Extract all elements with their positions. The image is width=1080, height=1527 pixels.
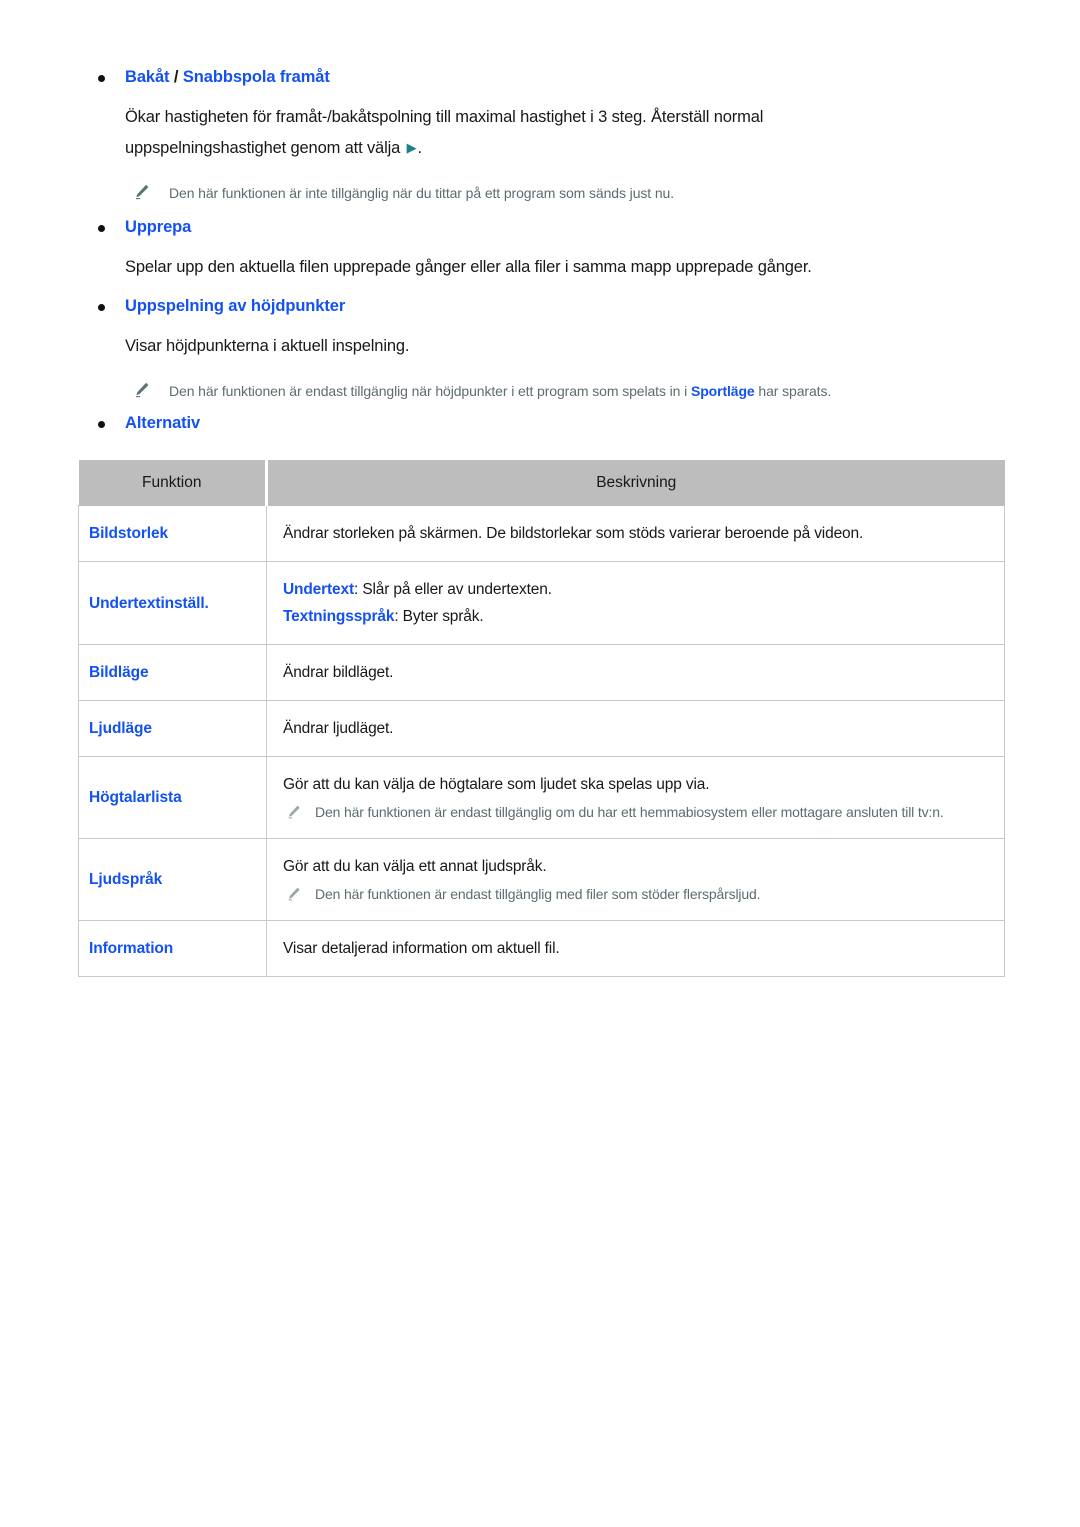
desc-line-textningssprak: Textningsspråk: Byter språk. [283, 603, 988, 630]
section-uppspelning-hojdpunkter: Uppspelning av höjdpunkter Visar höjdpun… [0, 297, 1080, 402]
section-body-bakat: Ökar hastigheten för framåt-/bakåtspolni… [125, 102, 915, 164]
bullet-dot-icon [98, 75, 105, 82]
bullet-dot-icon [98, 304, 105, 311]
row-desc-ljudsprak: Gör att du kan välja ett annat ljudspråk… [266, 838, 1005, 921]
section-body-upprepa: Spelar upp den aktuella filen upprepade … [125, 257, 812, 276]
section-upprepa: Upprepa Spelar upp den aktuella filen up… [0, 218, 1080, 283]
heading-separator: / [169, 68, 183, 86]
table-row: Ljudläge Ändrar ljudläget. [78, 700, 1005, 757]
body-text-after-play: . [417, 138, 422, 157]
table-row: Bildstorlek Ändrar storleken på skärmen.… [78, 505, 1005, 562]
section-body-hojdpunkter: Visar höjdpunkterna i aktuell inspelning… [125, 336, 410, 355]
desc-note-text: Den här funktionen är endast tillgänglig… [315, 804, 944, 820]
table-row: Ljudspråk Gör att du kan välja ett annat… [78, 838, 1005, 921]
row-desc-information: Visar detaljerad information om aktuell … [266, 920, 1005, 977]
table-header-funktion: Funktion [78, 460, 268, 506]
row-desc-hogtalarlista: Gör att du kan välja de högtalare som lj… [266, 756, 1005, 839]
note-highlight-sportlage: Sportläge [690, 382, 755, 399]
note-hojdpunkter: Den här funktionen är endast tillgänglig… [125, 380, 1049, 402]
row-function-ljudsprak: Ljudspråk [78, 838, 267, 921]
bullet-dot-icon [98, 421, 105, 428]
bullet-dot-icon [98, 225, 105, 232]
row-desc-bildlage: Ändrar bildläget. [266, 644, 1005, 701]
desc-line: Gör att du kan välja de högtalare som lj… [283, 776, 710, 793]
desc-line: Ändrar storleken på skärmen. De bildstor… [283, 525, 864, 542]
options-table: Funktion Beskrivning Bildstorlek Ändrar … [78, 460, 1005, 977]
heading-label-alternativ: Alternativ [125, 414, 201, 432]
section-bakat-snabbspola: Bakåt / Snabbspola framåt Ökar hastighet… [0, 68, 1080, 204]
desc-line: Ändrar bildläget. [283, 664, 394, 681]
play-icon: ▶ [406, 139, 417, 155]
pencil-note-icon [133, 381, 151, 399]
desc-line: Ändrar ljudläget. [283, 720, 394, 737]
pencil-note-icon [286, 885, 302, 901]
note-text-after-sportlage: har sparats. [754, 382, 832, 399]
section-heading-hojdpunkter: Uppspelning av höjdpunkter [98, 297, 1080, 317]
row-function-bildlage: Bildläge [78, 644, 267, 701]
note-text-bakat: Den här funktionen är inte tillgänglig n… [169, 184, 675, 201]
pencil-note-icon [133, 183, 151, 201]
table-row: Information Visar detaljerad information… [78, 920, 1005, 977]
note-text-before-sportlage: Den här funktionen är endast tillgänglig… [169, 382, 691, 399]
desc-note-ljudsprak: Den här funktionen är endast tillgänglig… [283, 882, 988, 906]
desc-label-undertext: Undertext [283, 581, 354, 598]
desc-line: Visar detaljerad information om aktuell … [283, 940, 560, 957]
heading-label-upprepa: Upprepa [125, 218, 192, 236]
section-heading-alternativ: Alternativ [98, 414, 1080, 434]
pencil-note-icon [286, 803, 302, 819]
desc-line: Gör att du kan välja ett annat ljudspråk… [283, 858, 547, 875]
heading-label-hojdpunkter: Uppspelning av höjdpunkter [125, 297, 346, 315]
body-text-before-play: Ökar hastigheten för framåt-/bakåtspolni… [125, 107, 764, 157]
row-function-hogtalarlista: Högtalarlista [78, 756, 267, 839]
section-alternativ: Alternativ [0, 414, 1080, 434]
row-function-undertextinstall: Undertextinställ. [78, 561, 267, 645]
table-header-beskrivning: Beskrivning [266, 460, 1005, 506]
row-desc-bildstorlek: Ändrar storleken på skärmen. De bildstor… [266, 505, 1005, 562]
row-desc-undertextinstall: Undertext: Slår på eller av undertexten.… [266, 561, 1005, 645]
desc-note-text: Den här funktionen är endast tillgänglig… [315, 886, 761, 902]
row-function-bildstorlek: Bildstorlek [78, 505, 267, 562]
note-bakat: Den här funktionen är inte tillgänglig n… [125, 182, 1049, 204]
table-header-row: Funktion Beskrivning [78, 460, 1005, 506]
manual-page: Bakåt / Snabbspola framåt Ökar hastighet… [0, 0, 1080, 1527]
desc-label-textningssprak: Textningsspråk [283, 608, 395, 625]
desc-text-undertext: : Slår på eller av undertexten. [354, 581, 552, 598]
heading-part-snabbspola: Snabbspola framåt [182, 68, 330, 86]
section-heading-bakat: Bakåt / Snabbspola framåt [98, 68, 1080, 88]
desc-line-undertext: Undertext: Slår på eller av undertexten. [283, 576, 988, 603]
row-function-ljudlage: Ljudläge [78, 700, 267, 757]
row-desc-ljudlage: Ändrar ljudläget. [266, 700, 1005, 757]
section-heading-upprepa: Upprepa [98, 218, 1080, 238]
row-function-information: Information [78, 920, 267, 977]
table-row: Högtalarlista Gör att du kan välja de hö… [78, 756, 1005, 839]
desc-note-hogtalarlista: Den här funktionen är endast tillgänglig… [283, 800, 988, 824]
table-row: Bildläge Ändrar bildläget. [78, 644, 1005, 701]
table-row: Undertextinställ. Undertext: Slår på ell… [78, 561, 1005, 645]
desc-text-textningssprak: : Byter språk. [394, 608, 484, 625]
heading-part-bakat: Bakåt [125, 68, 170, 86]
